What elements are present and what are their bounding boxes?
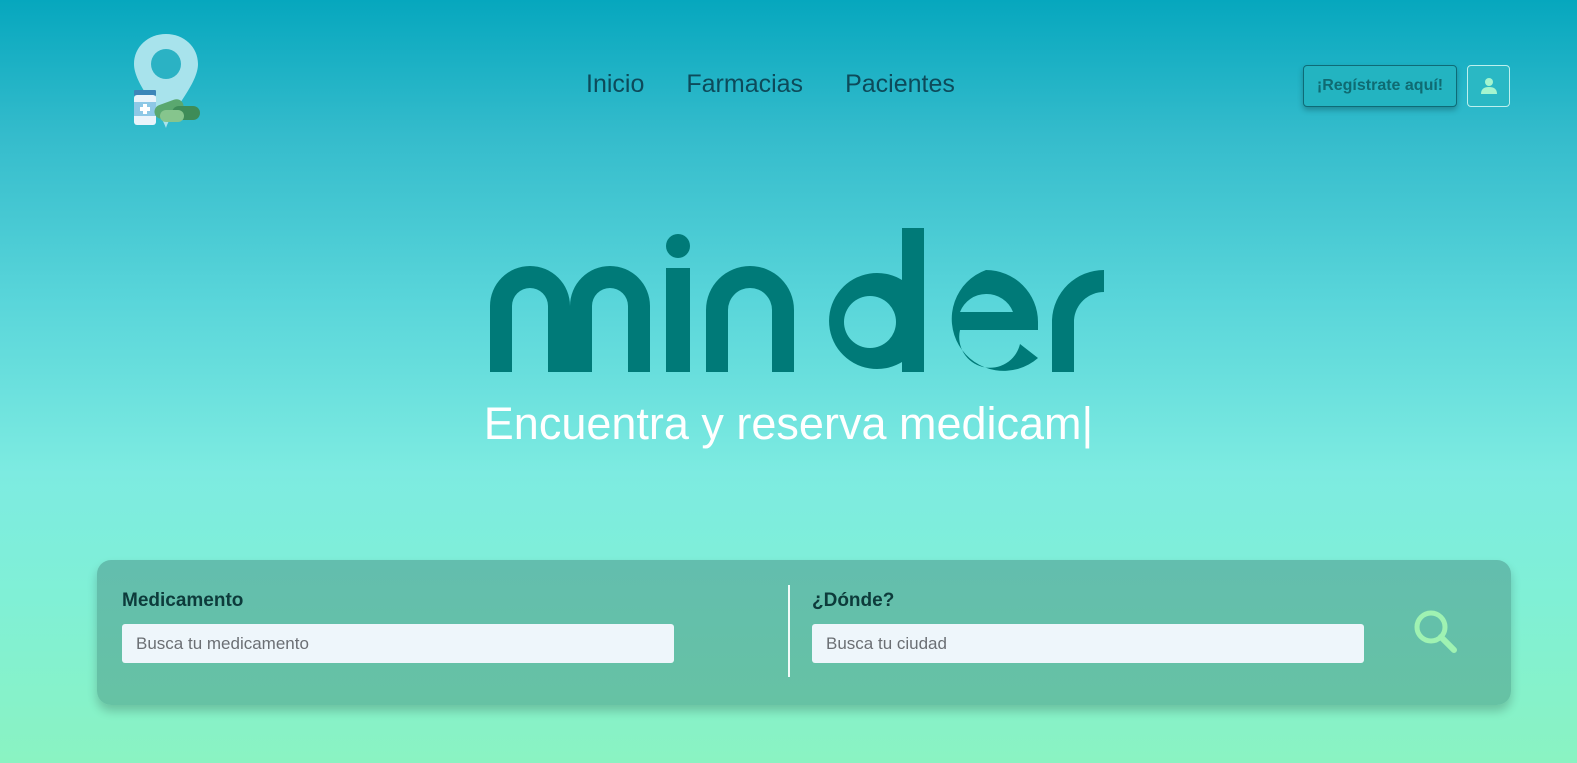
user-icon (1480, 78, 1497, 94)
main-nav: Inicio Farmacias Pacientes (586, 70, 955, 99)
hero-tagline: Encuentra y reserva medicam| (483, 398, 1094, 449)
medicine-search-input[interactable] (122, 624, 674, 663)
search-icon (1414, 610, 1457, 653)
location-search-input[interactable] (812, 624, 1364, 663)
nav-item-farmacias[interactable]: Farmacias (686, 70, 803, 99)
location-field: ¿Dónde? (812, 590, 1364, 663)
search-panel: Medicamento ¿Dónde? (97, 560, 1511, 705)
medicine-label: Medicamento (122, 590, 244, 611)
register-button[interactable]: ¡Regístrate aquí! (1303, 65, 1457, 107)
pharmacy-location-pin-icon (134, 34, 200, 128)
logo[interactable] (130, 32, 202, 130)
search-button[interactable] (1409, 605, 1461, 657)
medicine-field: Medicamento (122, 590, 674, 663)
minder-wordmark-logo (490, 228, 1104, 372)
nav-item-pacientes[interactable]: Pacientes (845, 70, 955, 99)
brand-wordmark (490, 224, 1110, 376)
location-label: ¿Dónde? (812, 590, 895, 611)
field-divider (788, 585, 790, 677)
user-account-button[interactable] (1467, 65, 1510, 107)
nav-item-inicio[interactable]: Inicio (586, 70, 644, 99)
